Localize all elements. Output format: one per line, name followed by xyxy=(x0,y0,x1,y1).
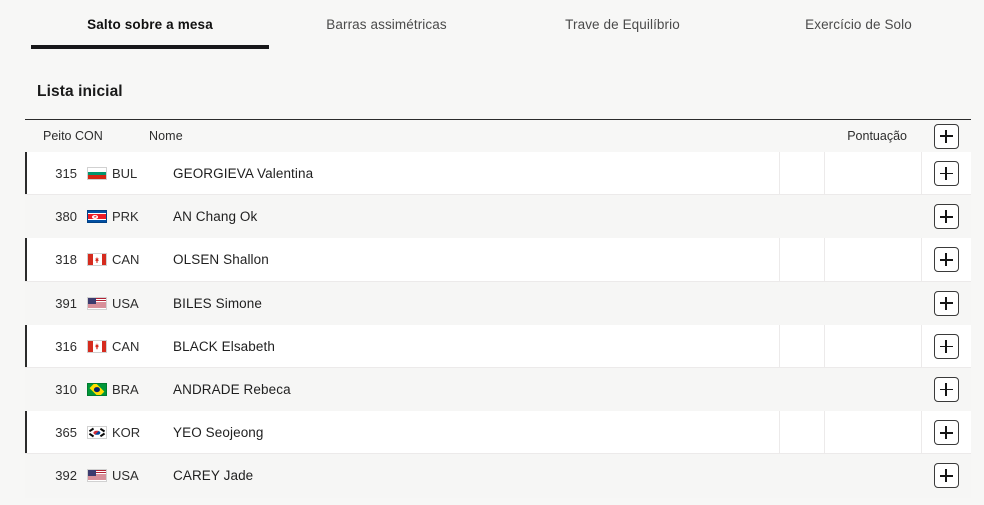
add-row-button[interactable] xyxy=(933,204,959,230)
row-action-cell xyxy=(921,161,971,187)
table-row[interactable]: 310 BRA ANDRADE Rebeca xyxy=(25,367,971,412)
row-athlete-name: BILES Simone xyxy=(173,295,262,311)
row-accent-bar xyxy=(25,411,28,455)
row-bib-number: 391 xyxy=(55,295,77,311)
apparatus-tab-bar: Salto sobre a mesa Barras assimétricas Tra… xyxy=(0,0,984,55)
flag-icon-can xyxy=(87,253,107,267)
row-noc: BUL xyxy=(87,166,149,182)
add-row-button[interactable] xyxy=(933,161,959,187)
row-noc: USA xyxy=(87,468,149,484)
gymnastics-startlist-page: Salto sobre a mesa Barras assimétricas Tra… xyxy=(0,0,984,505)
column-header-name: Nome xyxy=(149,129,183,143)
page-title: Lista inicial xyxy=(37,83,123,100)
column-divider xyxy=(824,152,825,196)
row-action-cell xyxy=(921,290,971,316)
row-bib-number: 365 xyxy=(55,425,77,441)
table-header-row: Peito CON Nome Pontuação xyxy=(25,120,971,152)
row-noc-code: KOR xyxy=(112,425,141,441)
column-divider xyxy=(921,238,922,282)
row-noc: USA xyxy=(87,295,149,311)
add-row-button[interactable] xyxy=(933,377,959,403)
row-athlete-name: BLACK Elsabeth xyxy=(173,338,275,354)
column-header-score: Pontuação xyxy=(847,129,907,143)
row-noc-code: PRK xyxy=(112,209,139,225)
row-athlete-name: ANDRADE Rebeca xyxy=(173,382,291,398)
row-bib-number: 316 xyxy=(55,338,77,354)
column-divider xyxy=(779,238,780,282)
add-row-button[interactable] xyxy=(933,420,959,446)
row-bib-number: 318 xyxy=(55,252,77,268)
row-athlete-name: GEORGIEVA Valentina xyxy=(173,166,314,182)
row-bib-number: 310 xyxy=(55,382,77,398)
table-row[interactable]: 392 USA CAREY Jade xyxy=(25,454,971,498)
table-row[interactable]: 318 CAN OLSEN Shallon xyxy=(25,238,971,282)
column-divider xyxy=(779,324,780,368)
column-divider xyxy=(824,324,825,368)
flag-icon-usa xyxy=(87,296,107,310)
flag-icon-bul xyxy=(87,167,107,181)
table-row[interactable]: 365 KOR YEO Seojeong xyxy=(25,411,971,455)
tab-3[interactable]: Trave de Equilíbrio xyxy=(504,17,741,32)
row-action-cell xyxy=(921,204,971,230)
add-row-button[interactable] xyxy=(933,333,959,359)
column-divider xyxy=(921,411,922,455)
row-noc: BRA xyxy=(87,382,149,398)
flag-icon-prk xyxy=(87,210,107,224)
row-accent-bar xyxy=(25,324,28,368)
column-header-bib-noc: Peito CON xyxy=(43,129,103,143)
row-noc: CAN xyxy=(87,338,149,354)
column-divider xyxy=(824,238,825,282)
row-noc-code: CAN xyxy=(112,252,140,268)
column-divider xyxy=(921,324,922,368)
table-row[interactable]: 316 CAN BLACK Elsabeth xyxy=(25,324,971,369)
add-all-cell xyxy=(921,123,971,149)
table-row[interactable]: 380 PRK AN Chang Ok xyxy=(25,195,971,239)
column-divider xyxy=(779,411,780,455)
row-noc: CAN xyxy=(87,252,149,268)
column-divider xyxy=(921,152,922,196)
row-athlete-name: OLSEN Shallon xyxy=(173,252,269,268)
row-athlete-name: YEO Seojeong xyxy=(173,425,264,441)
row-accent-bar xyxy=(25,152,28,196)
add-row-button[interactable] xyxy=(933,290,959,316)
flag-icon-bra xyxy=(87,383,107,397)
tab-2[interactable]: Barras assimétricas xyxy=(269,17,504,32)
table-row[interactable]: 391 USA BILES Simone xyxy=(25,281,971,325)
row-athlete-name: CAREY Jade xyxy=(173,468,254,484)
flag-icon-usa xyxy=(87,469,107,483)
row-noc: PRK xyxy=(87,209,149,225)
row-noc-code: USA xyxy=(112,468,139,484)
active-tab-underline xyxy=(31,45,269,49)
startlist-table: Peito CON Nome Pontuação 315 BUL GEORGIEVA… xyxy=(25,119,971,498)
row-action-cell xyxy=(921,377,971,403)
row-action-cell xyxy=(921,463,971,489)
row-action-cell xyxy=(921,333,971,359)
flag-icon-kor xyxy=(87,426,107,440)
add-all-button[interactable] xyxy=(933,123,959,149)
row-action-cell xyxy=(921,420,971,446)
row-bib-number: 315 xyxy=(55,166,77,182)
row-noc-code: BRA xyxy=(112,382,139,398)
add-row-button[interactable] xyxy=(933,463,959,489)
row-action-cell xyxy=(921,247,971,273)
row-noc-code: USA xyxy=(112,295,139,311)
row-bib-number: 380 xyxy=(55,209,77,225)
row-accent-bar xyxy=(25,238,28,282)
column-divider xyxy=(779,152,780,196)
table-row[interactable]: 315 BUL GEORGIEVA Valentina xyxy=(25,152,971,196)
row-noc-code: BUL xyxy=(112,166,138,182)
row-bib-number: 392 xyxy=(55,468,77,484)
tab-4[interactable]: Exercício de Solo xyxy=(741,17,976,32)
column-divider xyxy=(824,411,825,455)
row-noc-code: CAN xyxy=(112,338,140,354)
row-noc: KOR xyxy=(87,425,149,441)
tab-1[interactable]: Salto sobre a mesa xyxy=(31,17,269,32)
add-row-button[interactable] xyxy=(933,247,959,273)
row-athlete-name: AN Chang Ok xyxy=(173,209,258,225)
flag-icon-can xyxy=(87,339,107,353)
